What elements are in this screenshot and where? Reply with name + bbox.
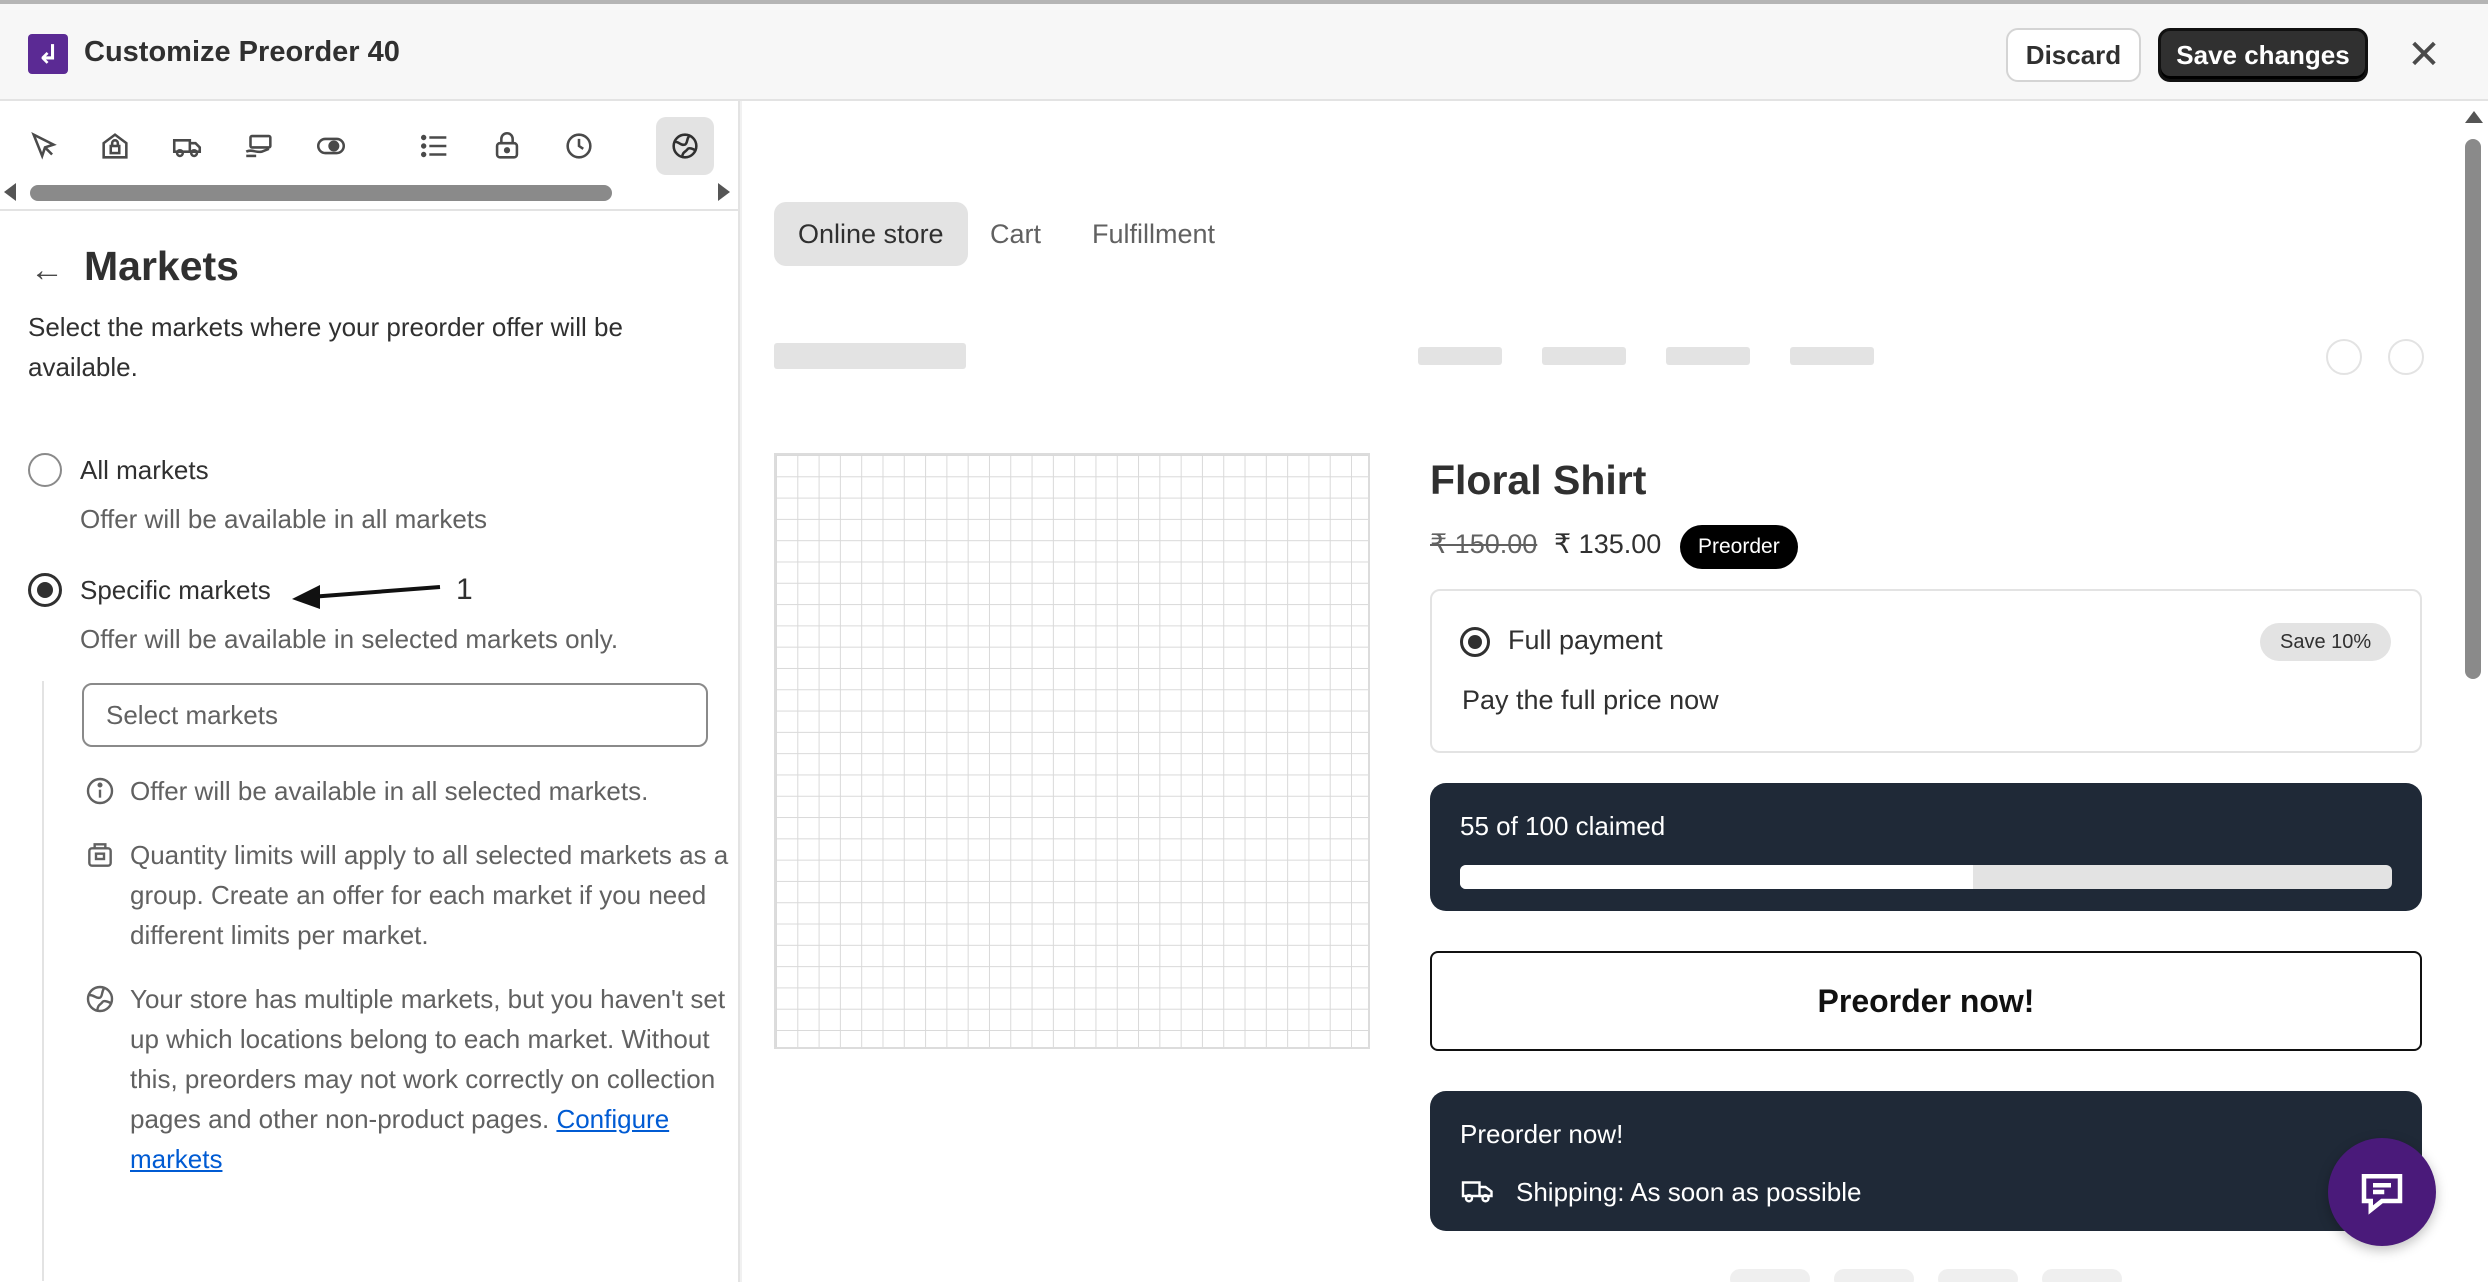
save-badge: Save 10% bbox=[2260, 623, 2392, 661]
inventory-icon bbox=[88, 843, 112, 867]
product-image-placeholder bbox=[774, 453, 1370, 1049]
settings-panel: ← Markets Select the markets where your … bbox=[0, 101, 740, 1282]
sale-price: ₹ 135.00 bbox=[1554, 529, 1662, 559]
specific-markets-help: Offer will be available in selected mark… bbox=[80, 624, 619, 654]
preorder-now-button[interactable]: Preorder now! bbox=[1430, 951, 2422, 1051]
full-payment-help: Pay the full price now bbox=[1462, 685, 1719, 715]
toggle-icon[interactable] bbox=[306, 121, 356, 171]
scroll-right-icon[interactable] bbox=[718, 183, 730, 201]
skeleton-icon bbox=[2388, 339, 2424, 375]
product-title: Floral Shirt bbox=[1430, 457, 1647, 503]
discard-button[interactable]: Discard bbox=[2006, 28, 2141, 82]
select-markets-input[interactable]: Select markets bbox=[82, 683, 708, 747]
scroll-left-icon[interactable] bbox=[4, 183, 16, 201]
claimed-progress-track bbox=[1460, 865, 2392, 889]
skeleton-nav bbox=[1666, 347, 1750, 365]
info-text: Quantity limits will apply to all select… bbox=[130, 840, 729, 950]
lock-icon[interactable] bbox=[482, 121, 532, 171]
claimed-text: 55 of 100 claimed bbox=[1460, 811, 1666, 841]
full-payment-label: Full payment bbox=[1508, 625, 1663, 655]
skeleton-nav bbox=[1542, 347, 1626, 365]
back-arrow-icon[interactable]: ← bbox=[30, 251, 64, 290]
hand-payment-icon[interactable] bbox=[234, 121, 284, 171]
compare-price: ₹ 150.00 bbox=[1430, 529, 1538, 559]
vertical-scrollbar[interactable] bbox=[2458, 101, 2488, 1282]
tab-cart[interactable]: Cart bbox=[966, 202, 1065, 266]
all-markets-help: Offer will be available in all markets bbox=[80, 504, 488, 534]
cursor-click-icon[interactable] bbox=[20, 121, 70, 171]
delivery-truck-icon[interactable] bbox=[162, 121, 212, 171]
section-toolbar bbox=[0, 111, 740, 181]
save-changes-button[interactable]: Save changes bbox=[2158, 28, 2368, 82]
tab-online-store[interactable]: Online store bbox=[774, 202, 968, 266]
skeleton-footer bbox=[1938, 1269, 2018, 1282]
divider bbox=[0, 209, 740, 211]
app-logo-icon: ↲ bbox=[28, 34, 68, 74]
specific-markets-radio[interactable] bbox=[28, 573, 62, 607]
full-payment-radio[interactable] bbox=[1460, 627, 1490, 657]
specific-markets-label[interactable]: Specific markets bbox=[80, 575, 271, 606]
annotation-number: 1 bbox=[456, 573, 473, 606]
page-title: Customize Preorder 40 bbox=[84, 36, 400, 68]
scroll-up-icon[interactable] bbox=[2465, 111, 2483, 123]
globe-icon bbox=[86, 985, 114, 1013]
tab-fulfillment[interactable]: Fulfillment bbox=[1068, 202, 1239, 266]
close-icon[interactable]: ✕ bbox=[2403, 33, 2445, 77]
skeleton-nav bbox=[1418, 347, 1502, 365]
shipping-text: Shipping: As soon as possible bbox=[1516, 1177, 1862, 1207]
skeleton-footer bbox=[1730, 1269, 1810, 1282]
store-lock-icon[interactable] bbox=[90, 121, 140, 171]
payment-option-card[interactable]: Full payment Save 10% Pay the full price… bbox=[1430, 589, 2422, 753]
skeleton-nav bbox=[1790, 347, 1874, 365]
storefront-preview: Online store Cart Fulfillment Floral Shi… bbox=[742, 101, 2462, 1282]
list-icon[interactable] bbox=[410, 121, 460, 171]
skeleton-icon bbox=[2326, 339, 2362, 375]
horizontal-scrollbar[interactable] bbox=[0, 179, 740, 205]
shipping-title: Preorder now! bbox=[1460, 1119, 1624, 1149]
indent-line bbox=[42, 681, 44, 1281]
globe-icon[interactable] bbox=[656, 117, 714, 175]
claimed-progress-fill bbox=[1460, 865, 1973, 889]
all-markets-radio[interactable] bbox=[28, 453, 62, 487]
info-text: Your store has multiple markets, but you… bbox=[130, 979, 730, 1179]
claimed-progress-card: 55 of 100 claimed bbox=[1430, 783, 2422, 911]
info-icon bbox=[86, 777, 114, 805]
scrollbar-thumb[interactable] bbox=[2465, 139, 2481, 679]
annotation-arrow-icon bbox=[292, 585, 441, 609]
info-text: Offer will be available in all selected … bbox=[130, 776, 649, 806]
top-bar: ↲ Customize Preorder 40 Discard Save cha… bbox=[0, 0, 2488, 101]
preorder-badge: Preorder bbox=[1680, 525, 1798, 569]
chat-button[interactable] bbox=[2328, 1138, 2436, 1246]
scrollbar-thumb[interactable] bbox=[30, 185, 612, 201]
all-markets-label[interactable]: All markets bbox=[80, 455, 209, 486]
skeleton-footer bbox=[1834, 1269, 1914, 1282]
skeleton-footer bbox=[2042, 1269, 2122, 1282]
shipping-card: Preorder now! Shipping: As soon as possi… bbox=[1430, 1091, 2422, 1231]
clock-icon[interactable] bbox=[554, 121, 604, 171]
delivery-truck-icon bbox=[1461, 1181, 1493, 1203]
section-title: Markets bbox=[84, 243, 239, 289]
chat-icon bbox=[2361, 1174, 2403, 1215]
skeleton-logo bbox=[774, 343, 966, 369]
section-description: Select the markets where your preorder o… bbox=[28, 312, 623, 382]
